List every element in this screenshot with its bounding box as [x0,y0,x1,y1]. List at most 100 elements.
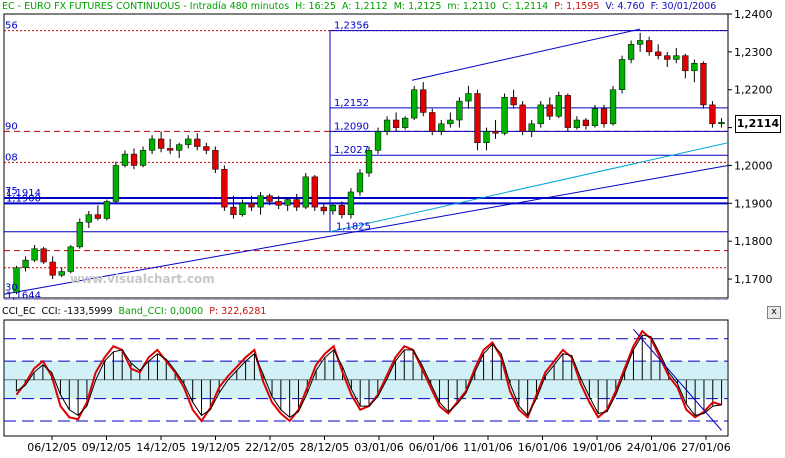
x-tick-label: 03/01/06 [354,441,403,454]
candle-body [510,97,517,106]
x-tick-label: 09/12/05 [82,441,131,454]
band-value: Band_CCI: 0,0000 [118,306,204,317]
candle-body [284,199,291,206]
price-chart[interactable]: 1,24001,23001,22001,21001,20001,19001,18… [0,0,785,300]
candle-body [347,191,355,215]
candle-body [230,206,237,215]
candle-body [646,40,653,53]
candle-body [627,44,635,60]
candle-body [338,204,346,215]
candle-body [420,89,427,113]
chart-window: EC - EURO FX FUTURES CONTINUOUS - Intrad… [0,0,785,458]
candle-body [655,51,662,56]
candle-body [85,214,92,223]
candle-body [139,150,147,166]
candle-body [302,176,309,208]
candle-body [329,204,336,212]
y-tick-label: 1,2400 [734,8,773,21]
candle-body [402,117,409,128]
candle-body [609,89,617,125]
candle-body [112,165,120,202]
candle-body [194,138,201,147]
candle-body [148,138,156,151]
price-level-label: 1,2152 [334,98,369,109]
price-level-label: 1,1825 [336,222,371,233]
candle-body [564,95,571,128]
y-tick-label: 1,1700 [734,273,773,286]
candle-body [383,119,391,132]
candle-body [600,108,608,125]
candle-body [392,119,400,128]
candle-body [411,89,418,119]
candle-body [275,201,282,206]
candle-body [582,119,590,126]
candle-body [31,248,38,261]
cci-value: CCI: -133,5999 [41,306,113,317]
x-tick-label: 14/12/05 [136,441,185,454]
candle-body [465,93,472,102]
candle-body [239,203,246,215]
candle-body [546,104,553,117]
candle-body [176,144,183,151]
candle-body [212,150,219,170]
candle-body [121,153,129,166]
cci-label: CCI_EC [2,306,36,317]
candle-body [49,261,56,276]
candle-body [438,123,445,132]
candle-body [356,172,364,193]
candle-body [58,271,65,276]
x-tick-label: 28/12/05 [300,441,349,454]
candle-body [691,62,698,72]
y-tick-label: 1,1800 [734,235,773,248]
fib-percent-label: 75 [5,186,18,197]
fib-percent-label: 08 [5,152,18,163]
fib-percent-label: 90 [5,121,18,132]
candle-body [257,195,264,208]
x-tick-label: 24/01/06 [627,441,676,454]
candle-body [618,59,626,90]
candle-body [248,203,255,208]
fib-percent-label: 30 [5,282,18,293]
candle-body [483,131,490,143]
candle-body [94,214,102,219]
candle-body [501,97,508,134]
candle-body [474,93,481,143]
price-level-label: 1,2027 [334,145,369,156]
candle-body [22,259,29,268]
candle-body [682,55,689,72]
candle-body [203,146,210,151]
watermark: www.visualchart.com [70,272,215,286]
candle-body [320,206,327,212]
candle-body [519,104,526,132]
candle-body [700,62,707,106]
candle-body [492,131,499,134]
cci-header: CCI_EC CCI: -133,5999 Band_CCI: 0,0000 P: 3… [2,306,272,318]
x-tick-label: 22/12/05 [245,441,294,454]
candle-body [266,195,273,202]
candle-body [718,122,725,125]
cci-chart[interactable]: 06/12/05 09/12/05 14/12/05 19/12/05 22/12/05… [0,318,785,458]
candle-body [103,201,111,219]
candle-body [157,138,165,149]
candle-body [537,104,544,125]
x-tick-label: 11/01/06 [463,441,512,454]
x-tick-label: 16/01/06 [518,441,567,454]
x-tick-label: 27/01/06 [681,441,730,454]
candle-body [429,112,436,132]
candle-body [293,199,300,208]
candle-body [185,138,192,145]
y-tick-label: 1,2200 [734,84,773,97]
candle-body [673,55,680,60]
x-tick-label: 06/01/06 [409,441,458,454]
candle-body [664,55,671,60]
fib-percent-label: 56 [5,21,18,32]
candle-body [67,246,74,272]
candle-body [167,148,174,151]
candle-body [130,153,138,166]
y-tick-label: 1,2000 [734,159,773,172]
x-tick-label: 06/12/05 [27,441,76,454]
candle-body [555,95,562,117]
price-level-label: 1,2356 [334,21,369,32]
x-tick-label: 19/01/06 [572,441,621,454]
candle-body [374,131,382,151]
